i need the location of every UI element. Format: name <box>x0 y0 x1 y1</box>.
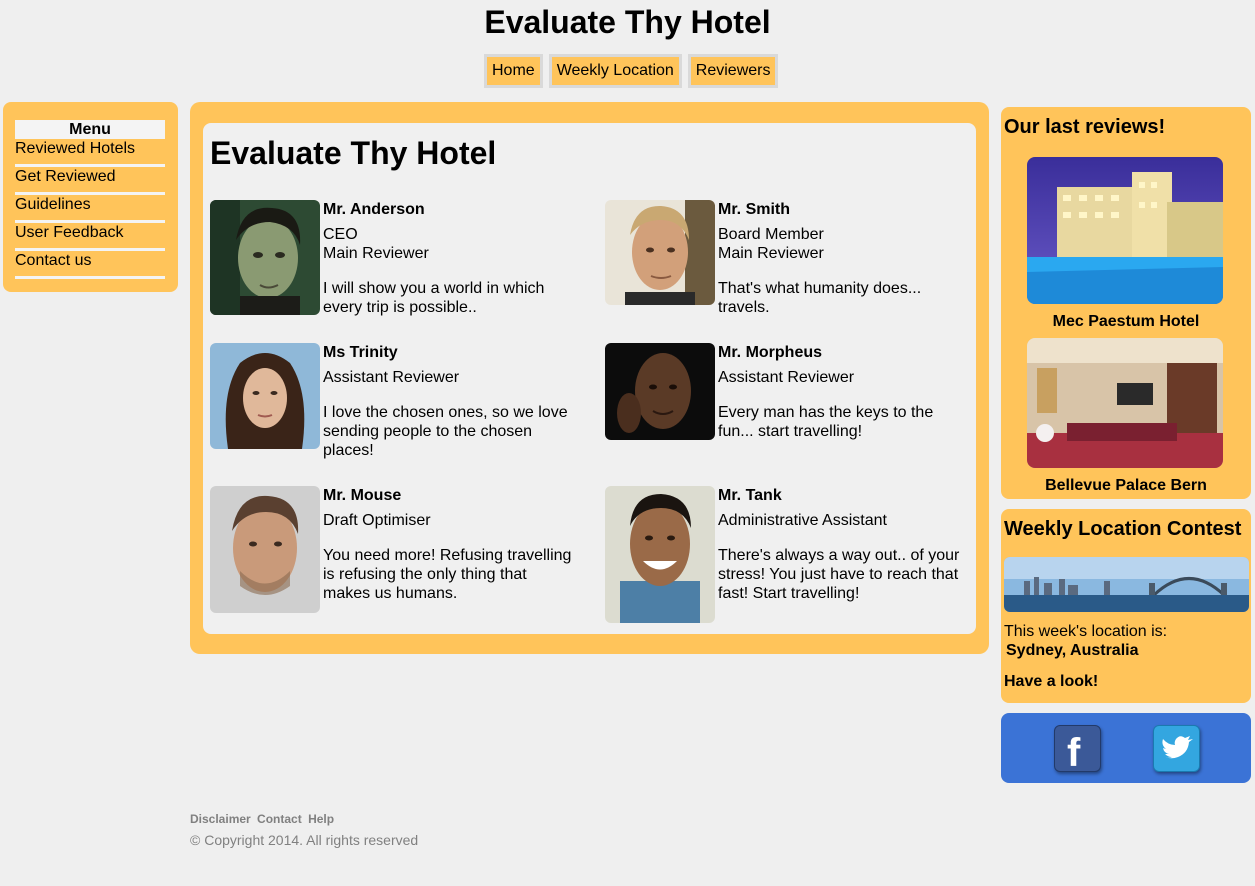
hotel-caption: Bellevue Palace Bern <box>1045 477 1207 494</box>
menu-item-get-reviewed[interactable]: Get Reviewed <box>15 167 165 195</box>
page-heading: Evaluate Thy Hotel <box>210 135 497 171</box>
sydney-panorama-image[interactable] <box>1004 557 1249 612</box>
main-content: Evaluate Thy Hotel Mr. Anderson CEO Main… <box>190 102 989 654</box>
reviewer-quote: That's what humanity does... travels. <box>718 280 922 316</box>
footer-link-contact[interactable]: Contact <box>257 812 302 826</box>
reviewer-photo-trinity <box>210 343 320 449</box>
hotel-image-mec-paestum[interactable] <box>1027 157 1223 304</box>
reviewer-photo-mouse <box>210 486 320 613</box>
side-menu: Menu Reviewed Hotels Get Reviewed Guidel… <box>3 102 178 292</box>
nav-weekly-location[interactable]: Weekly Location <box>548 54 682 88</box>
footer-link-disclaimer[interactable]: Disclaimer <box>190 812 251 826</box>
contest-title: Weekly Location Contest <box>1004 518 1242 540</box>
reviewer-name: Mr. Mouse <box>323 487 402 504</box>
weekly-contest-panel: Weekly Location Contest This week's loca… <box>1001 509 1251 703</box>
reviewers-panel: Evaluate Thy Hotel Mr. Anderson CEO Main… <box>203 123 976 634</box>
reviewer-photo-morpheus <box>605 343 715 440</box>
contest-intro: This week's location is: <box>1004 623 1168 640</box>
menu-item-guidelines[interactable]: Guidelines <box>15 195 165 223</box>
reviewer-name: Mr. Anderson <box>323 201 425 218</box>
reviewer-name: Mr. Smith <box>718 201 791 218</box>
last-reviews-panel: Our last reviews! Mec Paestum Hotel Bell… <box>1001 107 1251 499</box>
reviewer-photo-tank <box>605 486 715 623</box>
reviewer-role: Assistant Reviewer <box>323 369 460 386</box>
hotel-caption: Mec Paestum Hotel <box>1052 313 1200 330</box>
copyright-text: © Copyright 2014. All rights reserved <box>190 832 419 848</box>
reviewer-role: Main Reviewer <box>323 245 429 262</box>
facebook-icon[interactable]: f <box>1054 725 1101 775</box>
menu-item-reviewed-hotels[interactable]: Reviewed Hotels <box>15 139 165 167</box>
reviewer-photo-anderson <box>210 200 320 315</box>
footer-links: Disclaimer Contact Help <box>190 812 337 826</box>
reviewer-role: Assistant Reviewer <box>718 369 855 386</box>
svg-text:f: f <box>1067 731 1081 771</box>
reviewer-role: Board Member <box>718 226 824 243</box>
reviewer-name: Mr. Tank <box>718 487 782 504</box>
twitter-icon[interactable] <box>1153 725 1200 772</box>
reviewer-quote: There's always a way out.. of your stres… <box>718 547 960 602</box>
reviewer-role: Administrative Assistant <box>718 512 887 529</box>
menu-title: Menu <box>15 120 165 139</box>
last-reviews-title: Our last reviews! <box>1004 116 1166 138</box>
reviewer-role: Draft Optimiser <box>323 512 431 529</box>
menu-item-user-feedback[interactable]: User Feedback <box>15 223 165 251</box>
reviewer-role: Main Reviewer <box>718 245 824 262</box>
have-a-look-link[interactable]: Have a look! <box>1004 672 1167 691</box>
reviewer-role: CEO <box>323 226 358 243</box>
menu-item-contact-us[interactable]: Contact us <box>15 251 165 279</box>
reviewer-quote: Every man has the keys to the fun... sta… <box>718 404 934 440</box>
reviewer-name: Ms Trinity <box>323 344 398 361</box>
nav-home[interactable]: Home <box>484 54 543 88</box>
reviewer-quote: You need more! Refusing travelling is re… <box>323 547 572 602</box>
reviewer-quote: I love the chosen ones, so we love sendi… <box>323 404 568 459</box>
footer-link-help[interactable]: Help <box>308 812 334 826</box>
hotel-image-bellevue-palace[interactable] <box>1027 338 1223 468</box>
top-navigation: Home Weekly Location Reviewers <box>484 54 779 88</box>
reviewer-photo-smith <box>605 200 715 305</box>
nav-reviewers[interactable]: Reviewers <box>687 54 779 88</box>
reviewer-name: Mr. Morpheus <box>718 344 823 361</box>
contest-location: Sydney, Australia <box>1006 642 1139 659</box>
reviewer-quote: I will show you a world in which every t… <box>323 280 545 316</box>
site-title: Evaluate Thy Hotel <box>484 4 771 40</box>
social-panel: f <box>1001 713 1251 783</box>
